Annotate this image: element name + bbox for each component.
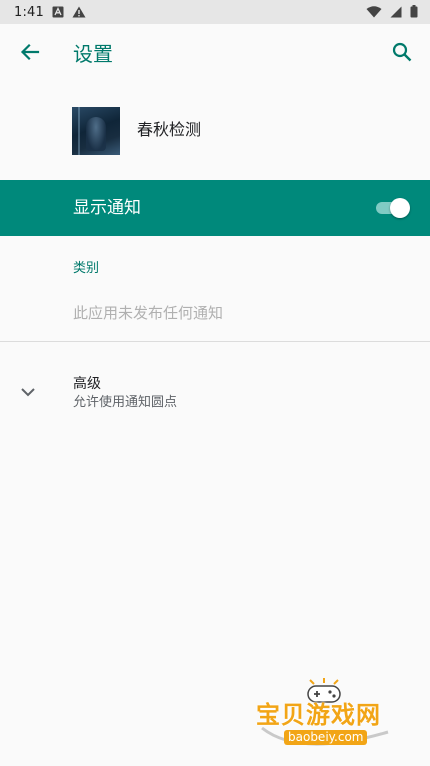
divider (0, 341, 430, 342)
notification-a-icon (52, 3, 64, 22)
toggle-thumb (390, 198, 410, 218)
chevron-down-icon (18, 382, 38, 402)
battery-icon (410, 3, 418, 22)
show-notifications-row[interactable]: 显示通知 (0, 180, 430, 236)
back-button[interactable] (14, 38, 46, 70)
status-bar: 1:41 (0, 0, 430, 24)
advanced-title: 高级 (73, 376, 101, 392)
arrow-back-icon (19, 41, 41, 67)
signal-icon (390, 3, 402, 22)
app-icon (72, 107, 120, 155)
wifi-icon (366, 3, 382, 22)
app-name: 春秋检测 (137, 120, 202, 139)
advanced-summary: 允许使用通知圆点 (73, 395, 178, 410)
advanced-row[interactable]: 高级 允许使用通知圆点 (0, 360, 430, 422)
app-header: 春秋检测 (0, 102, 430, 160)
watermark-url: baobeiy.com (284, 730, 368, 745)
status-left: 1:41 (14, 3, 86, 22)
app-bar: 设置 (0, 24, 430, 84)
status-right (366, 3, 418, 22)
status-time: 1:41 (14, 4, 44, 20)
show-notifications-label: 显示通知 (73, 198, 141, 218)
warning-icon (72, 3, 86, 22)
show-notifications-toggle[interactable] (374, 197, 412, 219)
search-icon (391, 41, 413, 67)
search-button[interactable] (386, 38, 418, 70)
page-title: 设置 (73, 42, 113, 66)
app-icon-figure (86, 117, 106, 151)
app-icon-streak (78, 107, 80, 155)
watermark: 宝贝游戏网 baobeiy.com (250, 678, 400, 758)
no-notifications-text: 此应用未发布任何通知 (73, 304, 224, 322)
category-header: 类别 (73, 261, 100, 276)
